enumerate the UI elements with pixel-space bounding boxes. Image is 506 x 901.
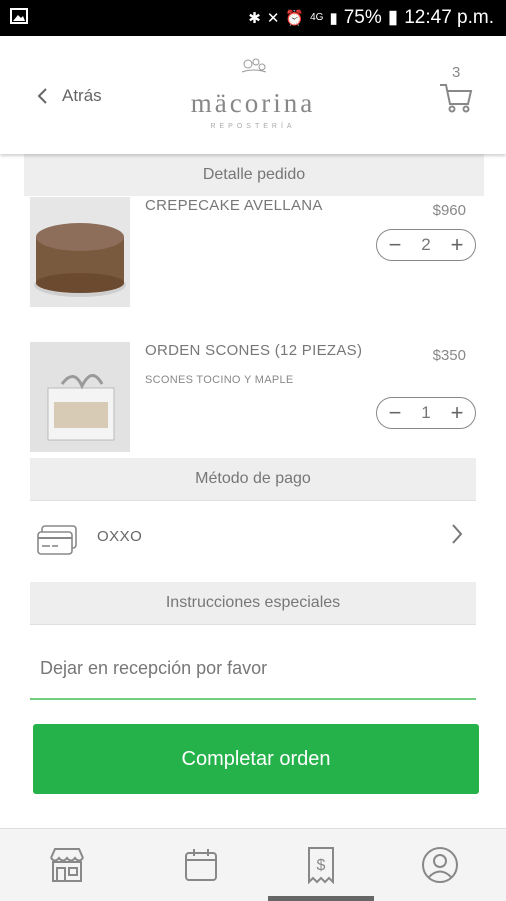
store-icon [50,848,84,882]
payment-method-label: OXXO [97,528,143,545]
decrement-button[interactable]: − [385,232,405,257]
back-label: Atrás [62,86,102,105]
instructions-field [30,640,476,700]
complete-order-button[interactable]: Completar orden [33,724,479,794]
brand-logo: mäcorina REPOSTERÍA [176,54,330,130]
alarm-icon: ⏰ [285,9,305,27]
nav-store[interactable] [47,845,87,885]
gallery-icon [10,8,28,24]
cart-button[interactable]: 3 [438,64,478,114]
brand-tagline: REPOSTERÍA [210,123,296,130]
back-chevron-icon [37,88,47,104]
product-image-scones [30,342,130,452]
calendar-icon [185,849,217,881]
order-detail-title: Detalle pedido [202,166,306,183]
product-image-crepecake [30,197,130,307]
cart-count: 3 [452,64,461,81]
increment-button[interactable]: + [447,232,467,257]
quantity-stepper: − 2 + [376,229,476,261]
clock: 12:47 p.m. [404,6,494,28]
quantity-value: 2 [421,235,431,254]
network-label: 4G [310,12,324,23]
quantity-stepper: − 1 + [376,397,476,429]
chevron-right-icon [452,524,463,544]
item-name: ORDEN SCONES (12 PIEZAS) [145,342,363,359]
credit-card-icon [37,525,77,555]
list-item: ORDEN SCONES (12 PIEZAS) SCONES TOCINO Y… [30,342,476,452]
bottom-navigation: $ [0,828,506,901]
increment-button[interactable]: + [447,400,467,425]
cart-icon [440,84,473,113]
bluetooth-icon: ✱ [248,9,261,27]
payment-method-row[interactable]: OXXO [30,506,476,576]
nav-orders[interactable]: $ [301,845,341,885]
list-item: CREPECAKE AVELLANA $960 − 2 + [30,197,476,307]
quantity-value: 1 [421,403,431,422]
instructions-input[interactable] [30,640,476,696]
order-detail-header: Detalle pedido [24,154,484,196]
nav-profile[interactable] [420,845,460,885]
mute-icon: ✕ [266,9,280,27]
active-tab-indicator [268,896,374,901]
receipt-icon: $ [308,847,334,884]
brand-name: mäcorina [190,88,316,118]
item-name: CREPECAKE AVELLANA [145,197,323,214]
signal-icon: ▮ [329,9,338,27]
item-price: $960 [432,202,466,219]
status-right: ✱ ✕ ⏰ 4G ▮ 75% ▮ 12:47 p.m. [248,6,494,29]
flower-logo-icon [241,58,267,73]
instructions-title: Instrucciones especiales [165,594,341,611]
payment-header: Método de pago [30,458,476,501]
payment-title: Método de pago [195,470,311,487]
item-price: $350 [432,347,466,364]
status-bar: ✱ ✕ ⏰ 4G ▮ 75% ▮ 12:47 p.m. [0,0,506,36]
battery-percent: 75% [343,6,382,28]
svg-text:$: $ [317,857,326,874]
item-subtitle: SCONES TOCINO Y MAPLE [145,374,294,386]
back-button[interactable]: Atrás [36,86,102,106]
app-header: Atrás mäcorina REPOSTERÍA 3 [0,36,506,154]
decrement-button[interactable]: − [385,400,405,425]
nav-calendar[interactable] [181,845,221,885]
battery-icon: ▮ [387,7,399,28]
instructions-header: Instrucciones especiales [30,582,476,625]
profile-icon [422,847,458,883]
